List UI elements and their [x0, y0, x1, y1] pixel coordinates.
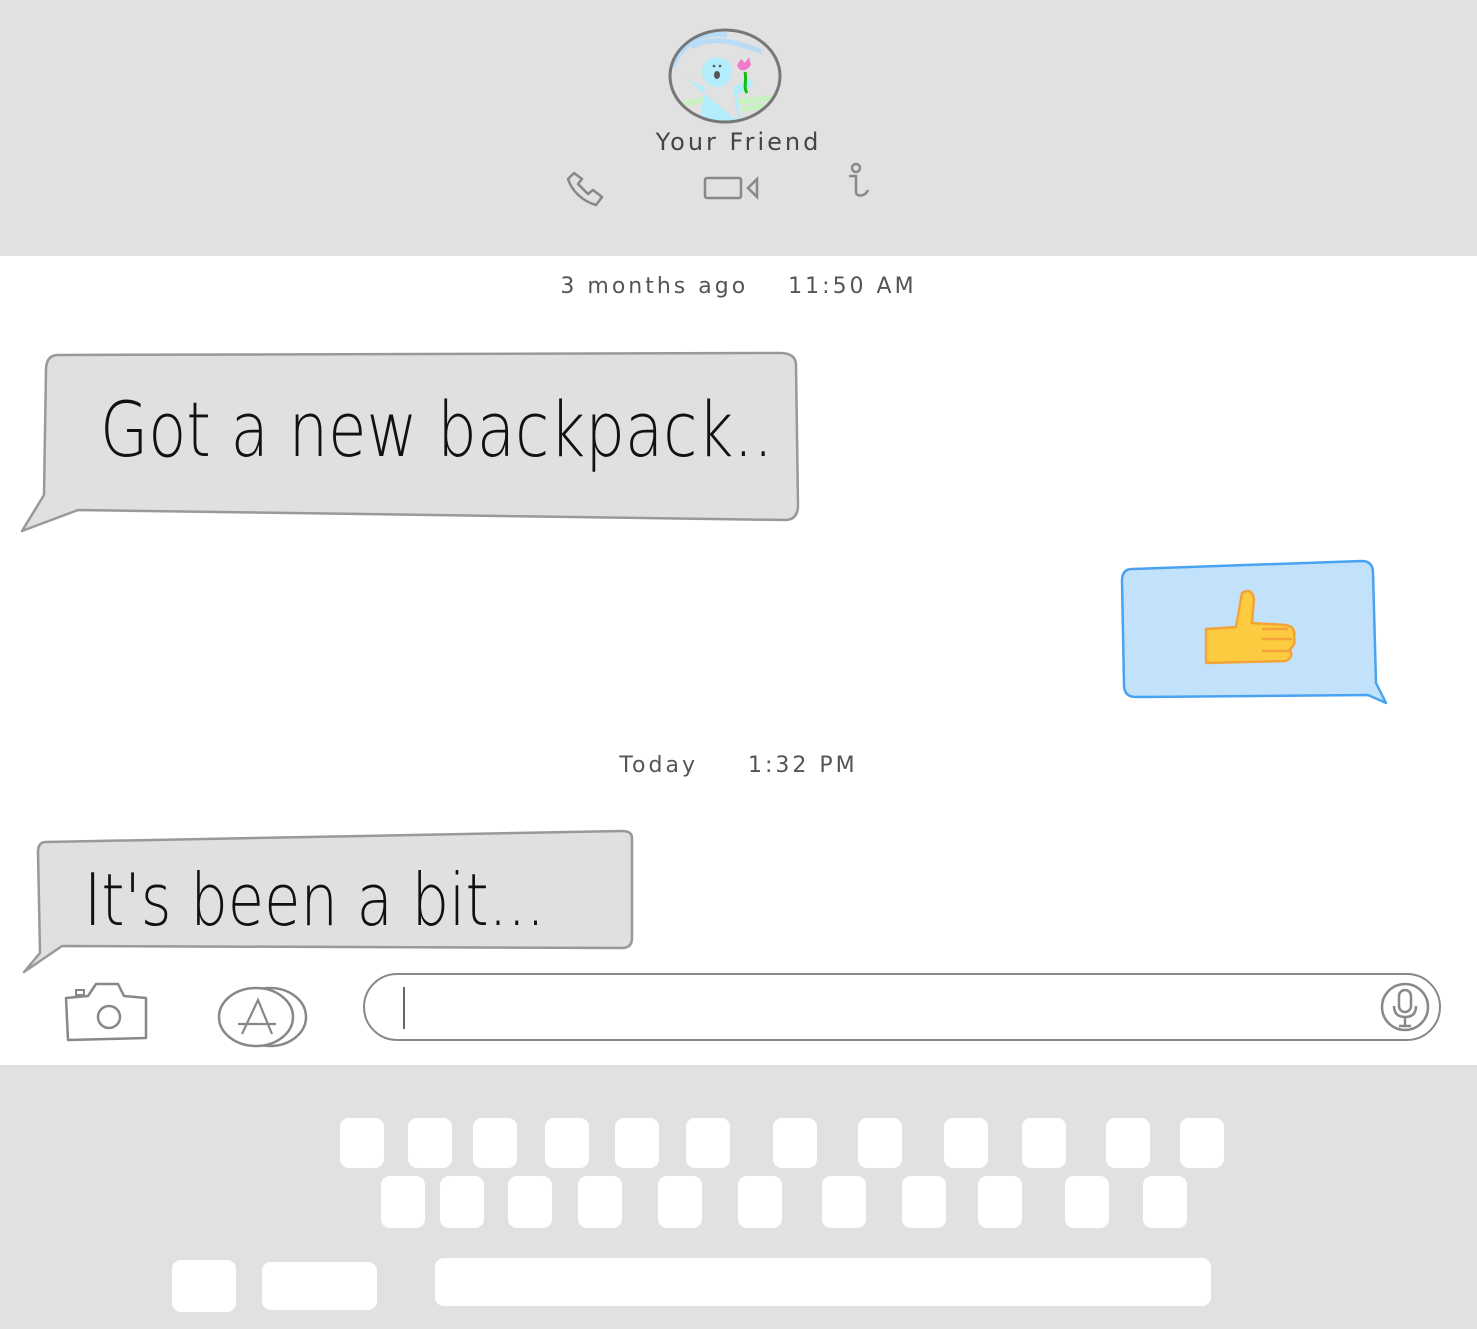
app-store-icon[interactable]	[216, 984, 310, 1050]
keyboard-key[interactable]	[978, 1176, 1022, 1228]
text-cursor	[403, 987, 405, 1029]
incoming-message[interactable]: It's been a bit...	[22, 828, 638, 976]
keyboard-key[interactable]	[408, 1118, 452, 1168]
message-text: It's been a bit...	[84, 858, 545, 942]
keyboard-key[interactable]	[738, 1176, 782, 1228]
message-text: Got a new backpack..	[100, 385, 774, 474]
keyboard-key[interactable]	[773, 1118, 817, 1168]
keyboard-key[interactable]	[944, 1118, 988, 1168]
keyboard-key[interactable]	[902, 1176, 946, 1228]
keyboard-key[interactable]	[578, 1176, 622, 1228]
thumbs-up-icon	[1204, 589, 1296, 665]
keyboard-key[interactable]	[858, 1118, 902, 1168]
microphone-icon[interactable]	[1379, 981, 1431, 1033]
keyboard-key[interactable]	[658, 1176, 702, 1228]
contact-name[interactable]: Your Friend	[0, 128, 1477, 156]
keyboard-numbers-key[interactable]	[172, 1260, 236, 1312]
keyboard-key[interactable]	[473, 1118, 517, 1168]
timestamp-date: Today	[619, 753, 698, 778]
keyboard-key[interactable]	[1065, 1176, 1109, 1228]
keyboard-key[interactable]	[686, 1118, 730, 1168]
incoming-message[interactable]: Got a new backpack..	[20, 345, 802, 535]
info-icon[interactable]	[843, 162, 873, 200]
timestamp-time: 1:32 PM	[747, 753, 858, 778]
keyboard-key[interactable]	[1143, 1176, 1187, 1228]
contact-avatar[interactable]	[667, 27, 783, 125]
keyboard-key[interactable]	[440, 1176, 484, 1228]
conversation-header: Your Friend	[0, 0, 1477, 256]
keyboard-space-key[interactable]	[435, 1258, 1211, 1306]
keyboard-key[interactable]	[1180, 1118, 1224, 1168]
keyboard	[0, 1065, 1477, 1329]
keyboard-key[interactable]	[508, 1176, 552, 1228]
phone-icon[interactable]	[560, 165, 610, 210]
message-input[interactable]	[363, 973, 1441, 1041]
timestamp-date: 3 months ago	[560, 274, 749, 299]
keyboard-key[interactable]	[381, 1176, 425, 1228]
keyboard-key[interactable]	[1106, 1118, 1150, 1168]
video-icon[interactable]	[702, 172, 762, 202]
timestamp-2: Today 1:32 PM	[0, 753, 1477, 778]
timestamp-1: 3 months ago 11:50 AM	[0, 274, 1477, 299]
keyboard-emoji-key[interactable]	[262, 1262, 377, 1310]
keyboard-key[interactable]	[615, 1118, 659, 1168]
camera-icon[interactable]	[62, 980, 150, 1044]
keyboard-key[interactable]	[340, 1118, 384, 1168]
outgoing-message[interactable]	[1118, 555, 1390, 707]
keyboard-key[interactable]	[1022, 1118, 1066, 1168]
keyboard-key[interactable]	[545, 1118, 589, 1168]
timestamp-time: 11:50 AM	[788, 274, 917, 299]
keyboard-key[interactable]	[822, 1176, 866, 1228]
